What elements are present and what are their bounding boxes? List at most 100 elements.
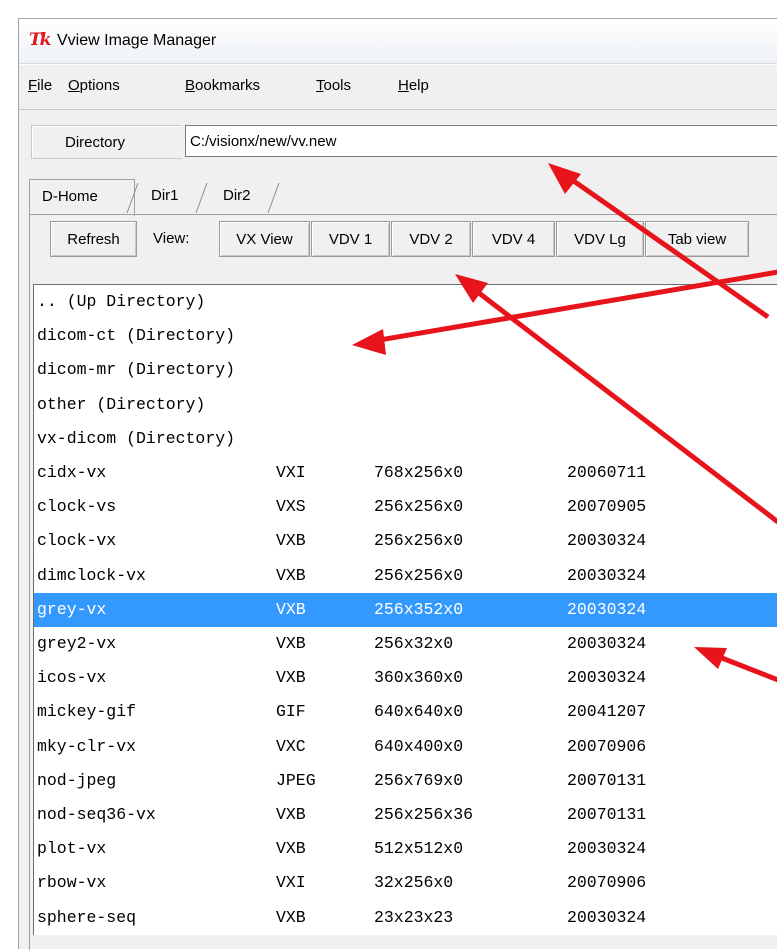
file-size: 23x23x23 xyxy=(374,907,454,927)
list-item[interactable]: vx-dicom (Directory) xyxy=(34,422,777,456)
list-item[interactable]: sphere-seq VXB 23x23x23 20030324 xyxy=(34,901,777,935)
file-type: VXB xyxy=(276,839,306,859)
file-type: VXB xyxy=(276,907,306,927)
file-date: 20030324 xyxy=(567,907,647,927)
file-date: 20030324 xyxy=(567,565,647,585)
file-date: 20070906 xyxy=(567,873,647,893)
menu-options[interactable]: Options xyxy=(68,77,120,94)
directory-tabs: D-Home Dir1 Dir2 xyxy=(29,179,777,216)
file-type: GIF xyxy=(276,702,306,722)
file-date: 20060711 xyxy=(567,463,647,482)
tab-dir2[interactable]: Dir2 xyxy=(209,179,277,211)
file-name: plot-vx xyxy=(37,839,107,859)
list-item[interactable]: clock-vx VXB 256x256x0 20030324 xyxy=(34,524,777,558)
list-item[interactable]: .. (Up Directory) xyxy=(34,285,777,319)
file-size: 768x256x0 xyxy=(374,463,464,482)
file-type: VXI xyxy=(276,873,306,893)
file-type: VXB xyxy=(276,634,306,653)
file-date: 20070131 xyxy=(567,805,647,824)
menu-bookmarks[interactable]: Bookmarks xyxy=(185,77,260,94)
tab-view-button[interactable]: Tab view xyxy=(645,221,749,257)
list-item[interactable]: clock-vs VXS 256x256x0 20070905 xyxy=(34,490,777,524)
file-size: 360x360x0 xyxy=(374,668,464,688)
file-name: clock-vx xyxy=(37,531,117,551)
file-name: icos-vx xyxy=(37,668,107,688)
list-item[interactable]: mickey-gif GIF 640x640x0 20041207 xyxy=(34,695,777,729)
list-item[interactable]: mky-clr-vx VXC 640x400x0 20070906 xyxy=(34,730,777,764)
list-item[interactable]: plot-vx VXB 512x512x0 20030324 xyxy=(34,832,777,866)
list-item[interactable]: nod-seq36-vx VXB 256x256x36 20070131 xyxy=(34,798,777,832)
file-name: mky-clr-vx xyxy=(37,736,137,756)
menu-file[interactable]: File xyxy=(28,77,52,94)
window-title: Vview Image Manager xyxy=(57,32,217,49)
file-size: 256x256x0 xyxy=(374,531,464,551)
file-type: VXB xyxy=(276,565,306,585)
file-type: JPEG xyxy=(276,770,316,790)
file-size: 256x352x0 xyxy=(374,599,464,619)
file-list[interactable]: .. (Up Directory) dicom-ct (Directory) dic… xyxy=(33,284,777,935)
list-item[interactable]: grey2-vx VXB 256x32x0 20030324 xyxy=(34,627,777,661)
file-type: VXC xyxy=(276,736,306,756)
file-date: 20070905 xyxy=(567,497,647,517)
vdv-lg-button[interactable]: VDV Lg xyxy=(556,221,644,257)
file-size: 256x256x36 xyxy=(374,805,474,824)
file-name: grey2-vx xyxy=(37,634,117,653)
file-size: 32x256x0 xyxy=(374,873,454,893)
menu-tools[interactable]: Tools xyxy=(316,77,351,94)
file-name: dimclock-vx xyxy=(37,565,146,585)
file-date: 20070906 xyxy=(567,736,647,756)
file-type: VXS xyxy=(276,497,306,517)
list-item[interactable]: other (Directory) xyxy=(34,388,777,422)
file-name: rbow-vx xyxy=(37,873,107,893)
file-date: 20041207 xyxy=(567,702,647,722)
directory-label: Directory xyxy=(31,125,182,159)
tk-logo-icon: Tk xyxy=(29,30,51,50)
file-name: dicom-mr (Directory) xyxy=(37,360,236,380)
file-date: 20030324 xyxy=(567,531,647,551)
vx-view-button[interactable]: VX View xyxy=(219,221,310,257)
directory-input[interactable]: C:/visionx/new/vv.new xyxy=(185,125,777,157)
list-item[interactable]: nod-jpeg JPEG 256x769x0 20070131 xyxy=(34,764,777,798)
file-size: 256x256x0 xyxy=(374,565,464,585)
title-bar[interactable]: Tk Vview Image Manager xyxy=(19,19,777,64)
file-type: VXB xyxy=(276,668,306,688)
menu-bar: File Options Bookmarks Tools Help xyxy=(19,64,777,110)
list-item[interactable]: icos-vx VXB 360x360x0 20030324 xyxy=(34,661,777,695)
file-size: 640x400x0 xyxy=(374,736,464,756)
file-name: mickey-gif xyxy=(37,702,137,722)
file-name: vx-dicom (Directory) xyxy=(37,428,236,448)
file-type: VXB xyxy=(276,531,306,551)
file-name: other (Directory) xyxy=(37,394,206,414)
list-item[interactable]: rbow-vx VXI 32x256x0 20070906 xyxy=(34,866,777,900)
file-name: sphere-seq xyxy=(37,907,137,927)
file-size: 512x512x0 xyxy=(374,839,464,859)
file-date: 20030324 xyxy=(567,599,647,619)
file-date: 20030324 xyxy=(567,839,647,859)
menu-help[interactable]: Help xyxy=(398,77,429,94)
file-size: 640x640x0 xyxy=(374,702,464,722)
file-name: dicom-ct (Directory) xyxy=(37,326,236,346)
list-item[interactable]: dicom-mr (Directory) xyxy=(34,353,777,387)
file-type: VXB xyxy=(276,599,306,619)
file-size: 256x256x0 xyxy=(374,497,464,517)
list-item[interactable]: dicom-ct (Directory) xyxy=(34,319,777,353)
file-name: grey-vx xyxy=(37,599,107,619)
file-name: nod-jpeg xyxy=(37,770,117,790)
file-date: 20070131 xyxy=(567,770,647,790)
vdv1-button[interactable]: VDV 1 xyxy=(311,221,390,257)
list-item[interactable]: cidx-vx VXI 768x256x0 20060711 xyxy=(34,456,777,490)
file-size: 256x769x0 xyxy=(374,770,464,790)
vdv2-button[interactable]: VDV 2 xyxy=(391,221,471,257)
file-name: nod-seq36-vx xyxy=(37,805,156,824)
file-name: cidx-vx xyxy=(37,463,107,482)
file-date: 20030324 xyxy=(567,668,647,688)
file-type: VXI xyxy=(276,463,306,482)
refresh-button[interactable]: Refresh xyxy=(50,221,137,257)
list-item[interactable]: dimclock-vx VXB 256x256x0 20030324 xyxy=(34,559,777,593)
vdv4-button[interactable]: VDV 4 xyxy=(472,221,555,257)
list-item-selected[interactable]: grey-vx VXB 256x352x0 20030324 xyxy=(34,592,777,627)
file-name: .. (Up Directory) xyxy=(37,292,206,311)
file-type: VXB xyxy=(276,805,306,824)
view-label: View: xyxy=(153,230,190,247)
tab-d-home[interactable]: D-Home xyxy=(29,179,135,216)
